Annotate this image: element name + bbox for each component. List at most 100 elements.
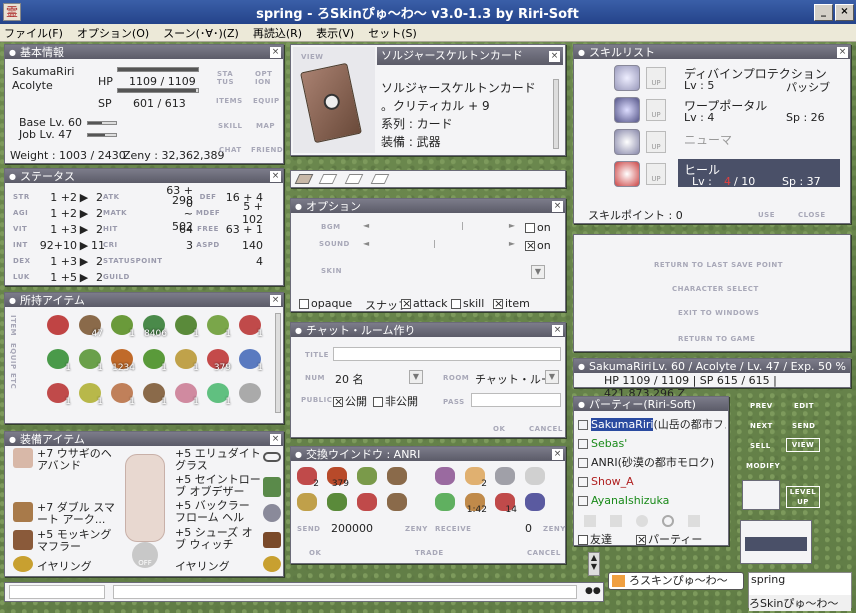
close-icon[interactable]: × <box>552 200 563 212</box>
party-member[interactable]: Show_A <box>578 474 726 490</box>
equip-weapon[interactable]: +7 ダブル スマート アーク... <box>37 502 119 526</box>
character-bar-header[interactable]: ● SakumaRiri Lv. 60 / Acolyte / Lv. 47 / E… <box>574 359 850 373</box>
party-toggle[interactable]: パーティー <box>636 531 702 547</box>
inventory-slot[interactable]: 8406 <box>141 313 167 339</box>
card-slot-icon[interactable] <box>344 174 364 184</box>
trade-slot[interactable] <box>295 491 319 513</box>
skill-button[interactable]: SKILL <box>218 122 243 130</box>
view-button[interactable]: VIEW <box>301 53 324 61</box>
bgm-slider[interactable]: ◄ | ► <box>363 221 515 231</box>
trade-slot[interactable] <box>385 491 409 513</box>
close-icon[interactable]: × <box>837 46 848 58</box>
options-header[interactable]: ● オプション × <box>291 199 565 213</box>
chat-button[interactable]: CHAT <box>219 146 242 154</box>
trade-slot[interactable] <box>493 465 517 487</box>
menu-reload[interactable]: 再読込(R) <box>253 25 302 41</box>
equip-accessory-right[interactable]: イヤリング <box>175 558 230 574</box>
sell-button[interactable]: SELL <box>750 442 771 450</box>
equip-garment[interactable]: +5 モッキング マフラー <box>37 529 119 553</box>
trade-ok-button[interactable]: OK <box>309 549 321 557</box>
close-icon[interactable]: × <box>270 46 281 58</box>
stat-up-button[interactable]: ▶ <box>77 271 91 284</box>
bgm-on-toggle[interactable]: on <box>525 221 551 234</box>
inventory-slot[interactable]: 1 <box>109 313 135 339</box>
skill-toggle[interactable]: skill <box>451 297 484 310</box>
title-input[interactable] <box>333 347 561 361</box>
party-member[interactable]: Sebas' <box>578 436 726 452</box>
chat-scroll-buttons[interactable]: ▲ ▼ <box>588 552 600 576</box>
attack-toggle[interactable]: attack <box>401 297 448 310</box>
basic-info-header[interactable]: ● 基本情報 × <box>5 45 283 59</box>
status-header[interactable]: ● ステータス × <box>5 169 283 183</box>
option-button[interactable]: OPT ION <box>255 70 277 86</box>
items-button[interactable]: ITEMS <box>216 97 243 105</box>
level-up-button[interactable]: LEVEL UP <box>786 486 820 508</box>
tab-equip[interactable]: EQUIP <box>9 343 17 370</box>
public-radio[interactable]: 公開 <box>333 393 367 409</box>
close-icon[interactable]: × <box>552 324 563 336</box>
tab-etc[interactable]: ETC <box>9 373 17 389</box>
skill-up-button[interactable]: UP <box>646 131 666 153</box>
stat-up-button[interactable]: ▶ <box>77 223 91 236</box>
trade-slot[interactable]: 2 <box>295 465 319 489</box>
chatroom-header[interactable]: ● チャット・ルーム作り × <box>291 323 565 337</box>
inventory-slot[interactable] <box>45 313 71 339</box>
status-button[interactable]: STA TUS <box>217 70 239 86</box>
next-button[interactable]: NEXT <box>750 422 773 430</box>
trade-slot[interactable] <box>433 465 457 487</box>
minimap-panel[interactable] <box>740 520 812 564</box>
inventory-slot[interactable]: 1 <box>173 347 199 373</box>
party-member[interactable]: ANRI(砂漠の都市モロク) <box>578 455 726 471</box>
stat-up-button[interactable]: ▶ <box>77 255 91 268</box>
trade-slot[interactable]: 379 <box>325 465 349 489</box>
num-dropdown[interactable]: ▼ <box>409 370 423 384</box>
trade-button[interactable]: TRADE <box>415 549 444 557</box>
close-icon[interactable]: × <box>270 170 281 182</box>
send-button[interactable]: SEND <box>792 422 816 430</box>
inventory-scrollbar[interactable] <box>275 313 281 413</box>
close-icon[interactable]: × <box>270 294 281 306</box>
inventory-slot[interactable]: 1 <box>141 381 167 407</box>
party-invite-icon[interactable] <box>584 515 596 527</box>
card-scrollbar[interactable] <box>553 79 559 149</box>
party-settings-icon[interactable] <box>636 515 648 527</box>
chat-input[interactable] <box>113 585 577 599</box>
card-slot-icon[interactable] <box>294 174 314 184</box>
equip-head[interactable]: +7 ウサギのヘアバンド <box>37 448 119 472</box>
view-toggle-button[interactable]: VIEW <box>786 438 820 452</box>
inventory-slot[interactable]: 1 <box>45 347 71 373</box>
emblem-slot[interactable] <box>742 480 780 510</box>
off-button[interactable]: OFF <box>132 542 158 568</box>
inventory-slot[interactable]: 1 <box>173 381 199 407</box>
private-radio[interactable]: 非公開 <box>373 393 418 409</box>
inventory-slot[interactable]: 47 <box>77 313 103 339</box>
trade-slot[interactable]: 1:42 <box>463 491 487 515</box>
friends-toggle[interactable]: 友達 <box>578 531 612 547</box>
trade-slot[interactable] <box>355 491 379 513</box>
minimize-button[interactable]: _ <box>814 3 833 21</box>
room-dropdown[interactable]: ▼ <box>545 370 559 384</box>
modify-button[interactable]: MODIFY <box>746 462 780 470</box>
prev-button[interactable]: PREV <box>750 402 773 410</box>
inventory-slot[interactable]: 1 <box>173 313 199 339</box>
trade-slot[interactable]: 2 <box>463 465 487 489</box>
ok-button[interactable]: OK <box>493 425 505 433</box>
menu-set[interactable]: セット(S) <box>368 25 417 41</box>
return-save-point-button[interactable]: RETURN TO LAST SAVE POINT <box>654 261 783 269</box>
whisper-target-input[interactable] <box>9 585 105 599</box>
trade-slot[interactable] <box>385 465 409 487</box>
close-icon[interactable]: × <box>552 448 563 460</box>
inventory-header[interactable]: ● 所持アイテム × <box>5 293 283 307</box>
equip-armor[interactable]: +5 セイントローブ オブデザー <box>175 474 261 498</box>
trade-header[interactable]: ● 交換ウインドウ : ANRI × <box>291 447 565 461</box>
sound-slider[interactable]: ◄ | ► <box>363 239 515 249</box>
inventory-slot[interactable]: 1 <box>205 381 231 407</box>
item-toggle[interactable]: item <box>493 297 530 310</box>
inventory-slot[interactable]: 1 <box>237 313 263 339</box>
equip-shield[interactable]: +5 バックラー フローム ヘル <box>175 500 261 524</box>
menu-view[interactable]: 表示(V) <box>316 25 354 41</box>
stat-up-button[interactable]: ▶ <box>77 191 91 204</box>
equip-glasses[interactable]: +5 エリュダイトグラス <box>175 448 261 472</box>
inventory-slot[interactable]: 1 <box>205 313 231 339</box>
inventory-slot[interactable] <box>237 381 263 407</box>
